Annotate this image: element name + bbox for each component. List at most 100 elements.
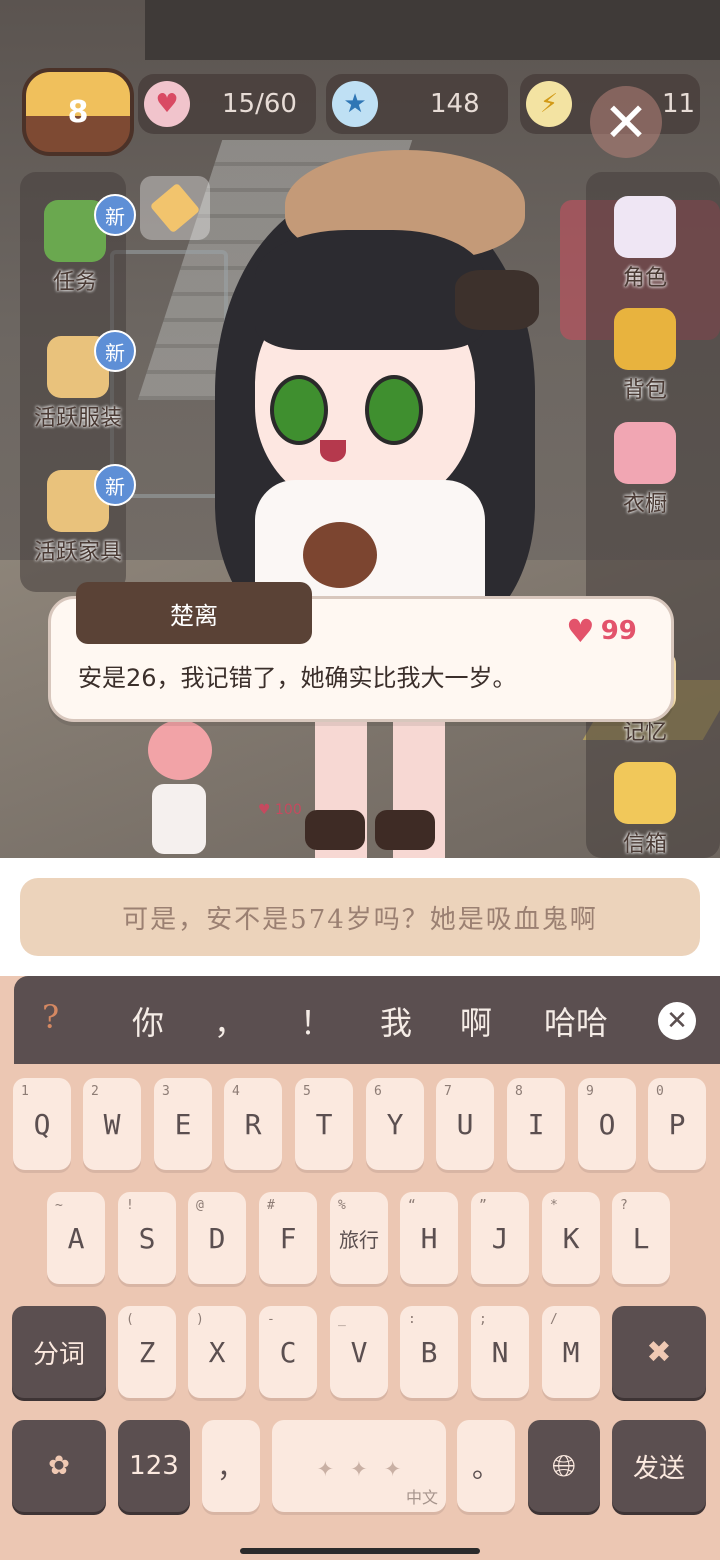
- comma-key[interactable]: ，: [202, 1420, 260, 1512]
- key-i[interactable]: 8I: [507, 1078, 565, 1170]
- key-h[interactable]: “H: [400, 1192, 458, 1284]
- key-v[interactable]: _ V: [330, 1306, 388, 1398]
- key-o[interactable]: 9O: [578, 1078, 636, 1170]
- key-sub: 7: [444, 1084, 452, 1099]
- character-bow: [455, 270, 539, 330]
- key-q[interactable]: 1Q: [13, 1078, 71, 1170]
- key-label: ，: [216, 1451, 245, 1484]
- character-eye-left: [270, 375, 328, 445]
- key-m[interactable]: / M: [542, 1306, 600, 1398]
- key-a[interactable]: ~ A: [47, 1192, 105, 1284]
- menu-item-character[interactable]: 角色: [590, 196, 700, 316]
- key-label: M: [562, 1335, 580, 1369]
- dialog-text: 安是26，我记错了，她确实比我大一岁。: [78, 664, 517, 692]
- menu-item-label: 活跃服装: [33, 406, 122, 431]
- pencil-icon: [149, 182, 201, 234]
- key-f[interactable]: # F: [259, 1192, 317, 1284]
- character-bangs: [255, 230, 485, 350]
- emoji-button[interactable]: ✿: [12, 1420, 106, 1512]
- key-sub: 6: [374, 1084, 382, 1099]
- new-badge: 新: [94, 330, 136, 372]
- key-label: 。: [471, 1451, 500, 1484]
- menu-item-tasks[interactable]: 任务 新: [20, 194, 136, 320]
- new-badge: 新: [94, 464, 136, 506]
- candidate[interactable]: 哈哈: [544, 998, 610, 1044]
- key-y[interactable]: 6Y: [366, 1078, 424, 1170]
- key-t[interactable]: 5T: [295, 1078, 353, 1170]
- key-label: H: [420, 1221, 438, 1255]
- key-e[interactable]: 3E: [154, 1078, 212, 1170]
- candidate[interactable]: ！: [300, 998, 332, 1044]
- key-b[interactable]: :B: [400, 1306, 458, 1398]
- send-button[interactable]: 发送: [612, 1420, 706, 1512]
- key-sub: _: [338, 1312, 346, 1327]
- stars-counter[interactable]: ★ 148: [326, 74, 508, 134]
- candidate[interactable]: ?: [42, 998, 59, 1036]
- key-x[interactable]: ) X: [188, 1306, 246, 1398]
- key-s[interactable]: ! S: [118, 1192, 176, 1284]
- candidate[interactable]: 我: [380, 998, 412, 1044]
- key-g-travel[interactable]: % 旅行: [330, 1192, 388, 1284]
- character-eye-right: [365, 375, 423, 445]
- candidate[interactable]: 你: [132, 998, 164, 1044]
- key-sub: “: [408, 1198, 416, 1213]
- close-candidates-button[interactable]: ✕: [658, 1002, 696, 1040]
- key-n[interactable]: ; N: [471, 1306, 529, 1398]
- reply-input[interactable]: 可是，安不是574岁吗？她是吸血鬼啊: [20, 878, 700, 956]
- edit-button[interactable]: [140, 176, 210, 240]
- key-sub: 4: [232, 1084, 240, 1099]
- menu-item-wardrobe[interactable]: 衣橱: [590, 422, 700, 542]
- key-label: L: [632, 1221, 650, 1255]
- key-sub: -: [267, 1312, 275, 1327]
- key-sub: %: [338, 1198, 346, 1213]
- key-sub: ?: [620, 1198, 628, 1213]
- key-w[interactable]: 2W: [83, 1078, 141, 1170]
- menu-item-active-furniture[interactable]: 活跃家具 新: [20, 464, 136, 590]
- key-r[interactable]: 4R: [224, 1078, 282, 1170]
- reply-text: 可是，安不是574岁吗？她是吸血鬼啊: [122, 904, 598, 935]
- level-badge[interactable]: 8: [22, 68, 134, 156]
- scene-wall: [145, 0, 720, 60]
- npc-character[interactable]: [140, 720, 220, 858]
- speaker-name: 楚离: [76, 582, 312, 644]
- space-bar[interactable]: ✦ ✦ ✦ 中文: [272, 1420, 446, 1512]
- backspace-button[interactable]: ✖: [612, 1306, 706, 1398]
- key-c[interactable]: -C: [259, 1306, 317, 1398]
- key-l[interactable]: ? L: [612, 1192, 670, 1284]
- key-z[interactable]: (Z: [118, 1306, 176, 1398]
- language-button[interactable]: 🌐︎: [528, 1420, 600, 1512]
- backspace-icon: ✖: [646, 1334, 672, 1370]
- candidate[interactable]: ，: [214, 998, 246, 1044]
- split-word-button[interactable]: 分词: [12, 1306, 106, 1398]
- keyboard: ? 你 ， ！ 我 啊 哈哈 ✕ 1Q 2W 3E 4R 5T 6Y 7U 8I…: [0, 976, 720, 1560]
- key-p[interactable]: 0P: [648, 1078, 706, 1170]
- period-key[interactable]: 。: [457, 1420, 515, 1512]
- hearts-counter[interactable]: ♥ 15/60: [138, 74, 316, 134]
- key-sub: 5: [303, 1084, 311, 1099]
- menu-item-mailbox[interactable]: 信箱: [590, 762, 700, 882]
- key-u[interactable]: 7U: [436, 1078, 494, 1170]
- candidate[interactable]: 啊: [460, 998, 492, 1044]
- close-button[interactable]: ✕: [590, 86, 662, 158]
- key-sub: :: [408, 1312, 416, 1327]
- key-label: K: [562, 1221, 580, 1255]
- sparkle-icon: ✦ ✦ ✦: [316, 1449, 402, 1483]
- key-d[interactable]: @ D: [188, 1192, 246, 1284]
- close-icon: ✕: [666, 1006, 688, 1036]
- key-k[interactable]: * K: [542, 1192, 600, 1284]
- key-sub: ”: [479, 1198, 487, 1213]
- key-label: I: [527, 1107, 545, 1141]
- new-badge: 新: [94, 194, 136, 236]
- menu-item-backpack[interactable]: 背包: [590, 308, 700, 428]
- key-sub: 9: [586, 1084, 594, 1099]
- shirt-icon: [614, 422, 676, 484]
- main-character[interactable]: [215, 150, 545, 858]
- key-sub: 1: [21, 1084, 29, 1099]
- number-mode-button[interactable]: 123: [118, 1420, 190, 1512]
- home-indicator[interactable]: [240, 1548, 480, 1554]
- key-sub: *: [550, 1198, 558, 1213]
- key-label: S: [138, 1221, 156, 1255]
- menu-item-active-clothing[interactable]: 活跃服装 新: [20, 330, 136, 456]
- flower-icon: ✿: [48, 1451, 70, 1481]
- key-j[interactable]: ” J: [471, 1192, 529, 1284]
